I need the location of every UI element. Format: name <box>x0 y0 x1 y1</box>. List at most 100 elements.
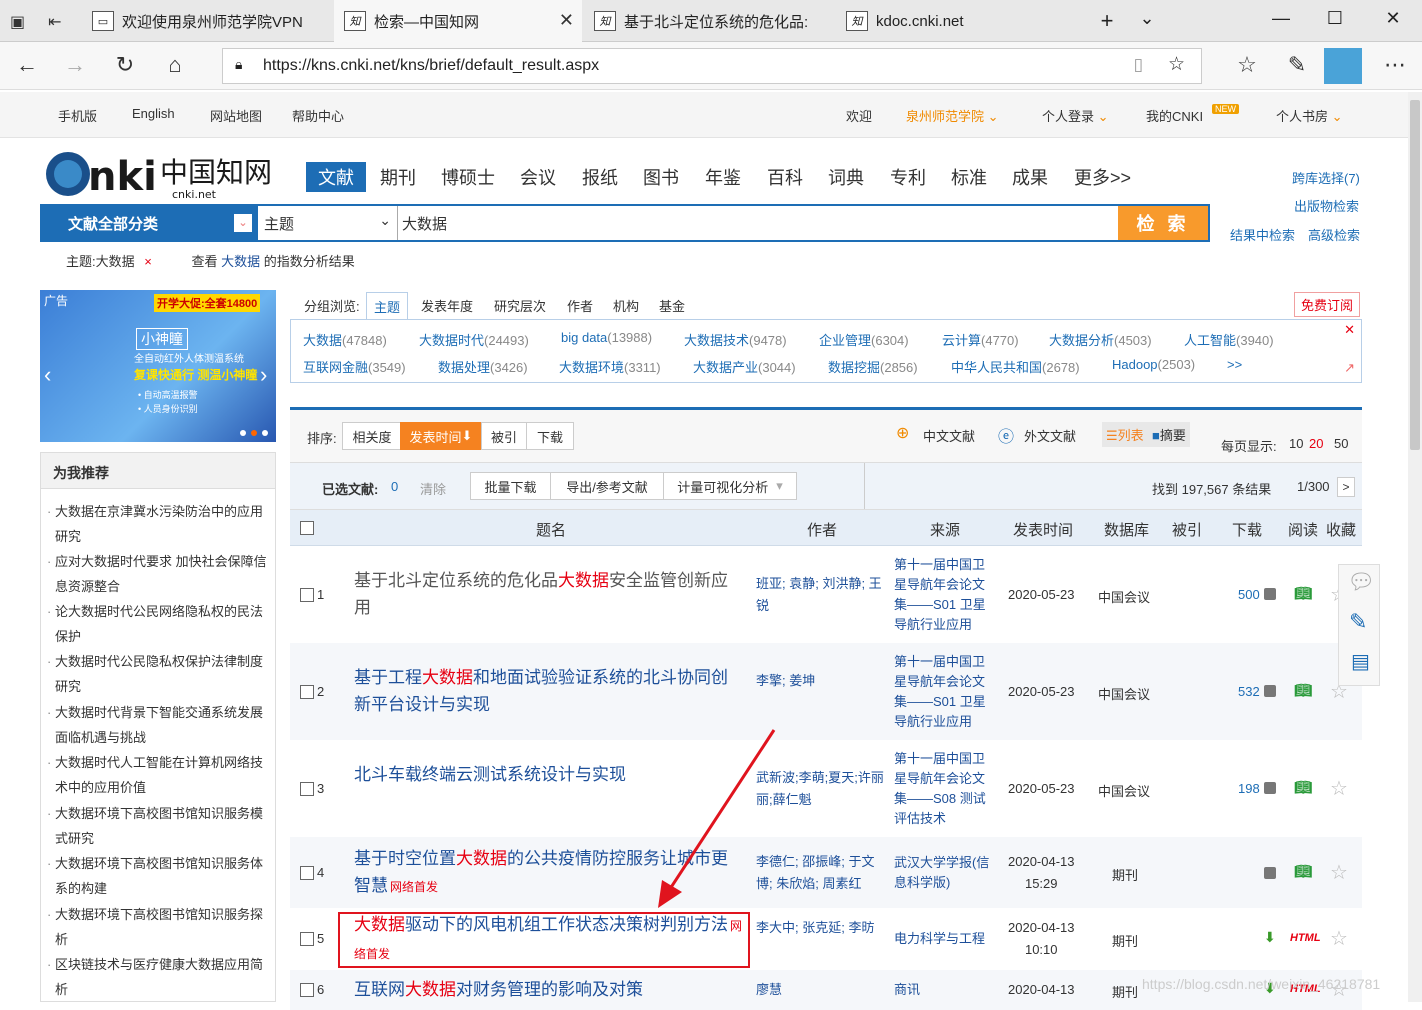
tab-kdoc[interactable]: 知 kdoc.cnki.net <box>836 0 1086 42</box>
carousel-dot[interactable] <box>251 430 257 436</box>
col-cited[interactable]: 被引 <box>1172 519 1202 540</box>
visual-analysis-dropdown[interactable]: 计量可视化分析 ▾ <box>663 472 797 500</box>
author-links[interactable]: 李大中; 张克延; 李昉 <box>756 917 888 939</box>
chinese-docs-icon[interactable]: ⊕ <box>896 423 909 443</box>
nav-tab[interactable]: 期刊 <box>380 164 416 190</box>
mobile-link[interactable]: 手机版 <box>58 106 97 125</box>
category-select[interactable]: 文献全部分类 ⌄ <box>42 206 258 240</box>
facet-item[interactable]: 大数据时代(24493) <box>419 330 529 349</box>
recommend-item[interactable]: 大数据环境下高校图书馆知识服务探析 <box>47 902 269 952</box>
row-checkbox[interactable] <box>300 983 314 997</box>
result-title-link[interactable]: 互联网大数据对财务管理的影响及对策 <box>354 977 744 1004</box>
nav-tab[interactable]: 词典 <box>828 164 864 190</box>
share-icon[interactable] <box>1324 48 1362 84</box>
source-link[interactable]: 武汉大学学报(信息科学版) <box>894 853 994 893</box>
facet-item[interactable]: 大数据产业(3044) <box>693 357 796 376</box>
recommend-item[interactable]: 论大数据时代公民网络隐私权的民法保护 <box>47 599 269 649</box>
refresh-button[interactable]: ↻ <box>110 52 140 78</box>
pen-icon[interactable]: ✎ <box>1282 52 1312 78</box>
export-button[interactable]: 导出/参考文献 <box>550 472 664 500</box>
favorite-star-icon[interactable]: ☆ <box>1330 926 1348 951</box>
chevron-left-icon[interactable]: ‹ <box>44 362 51 388</box>
facet-item[interactable]: 云计算(4770) <box>942 330 1019 349</box>
remove-filter-icon[interactable]: × <box>144 254 152 269</box>
forward-button[interactable]: → <box>60 52 90 78</box>
source-link[interactable]: 第十一届中国卫星导航年会论文集——S08 测试评估技术 <box>894 749 994 829</box>
result-title-link[interactable]: 基于工程大数据和地面试验验证系统的北斗协同创新平台设计与实现 <box>354 665 744 719</box>
nav-tab[interactable]: 更多>> <box>1074 164 1131 190</box>
facet-item[interactable]: 数据挖掘(2856) <box>828 357 918 376</box>
sort-relevance[interactable]: 相关度 <box>342 422 402 450</box>
feedback-icon[interactable]: 💬︎ <box>1347 569 1375 595</box>
sort-cited[interactable]: 被引 <box>481 422 527 450</box>
facet-tab-org[interactable]: 机构 <box>613 296 639 315</box>
close-window-button[interactable]: ✕ <box>1378 8 1408 29</box>
bookroom-dropdown[interactable]: 个人书房 ⌄ <box>1276 106 1343 125</box>
list-view-toggle[interactable]: ☰列表 <box>1102 422 1148 447</box>
read-book-icon[interactable]: 📖︎ <box>1294 779 1312 796</box>
row-checkbox[interactable] <box>300 684 314 699</box>
row-checkbox[interactable] <box>300 932 314 946</box>
author-links[interactable]: 班亚; 袁静; 刘洪静; 王锐 <box>756 573 888 617</box>
cnki-logo[interactable]: nki 中国知网 cnki.net <box>42 148 272 202</box>
ad-banner[interactable]: 广告 开学大促:全套14800 小神瞳 全自动红外人体测温系统 复课快通行 测温… <box>40 290 276 442</box>
download-count[interactable]: 532 <box>1238 684 1260 699</box>
close-icon[interactable]: ✕ <box>1344 322 1355 338</box>
recommend-item[interactable]: 大数据时代人工智能在计算机网络技术中的应用价值 <box>47 750 269 800</box>
facet-tab-year[interactable]: 发表年度 <box>421 296 473 315</box>
html-link[interactable]: HTML <box>1290 932 1321 944</box>
per-page-10[interactable]: 10 <box>1289 436 1303 451</box>
nav-tab[interactable]: 博硕士 <box>441 164 495 190</box>
trend-chart-icon[interactable]: ↗ <box>1344 360 1355 376</box>
download-arrow-icon[interactable]: ⬇ <box>1264 929 1276 946</box>
author-links[interactable]: 李擎; 姜坤 <box>756 670 888 692</box>
recommend-item[interactable]: 大数据时代背景下智能交通系统发展面临机遇与挑战 <box>47 700 269 750</box>
keyword-input[interactable]: 大数据 <box>402 206 1112 240</box>
foreign-docs-icon[interactable]: ⓔ <box>998 423 1014 447</box>
per-page-50[interactable]: 50 <box>1334 436 1348 451</box>
search-button[interactable]: 检 索 <box>1118 206 1208 240</box>
home-button[interactable]: ⌂ <box>160 52 190 78</box>
more-menu-icon[interactable]: ⋯ <box>1380 52 1410 78</box>
scrollbar-thumb[interactable] <box>1410 100 1420 450</box>
chevron-right-icon[interactable]: › <box>260 362 267 388</box>
facet-tab-author[interactable]: 作者 <box>567 296 593 315</box>
read-book-icon[interactable]: 📖︎ <box>1294 585 1312 602</box>
per-page-20[interactable]: 20 <box>1309 436 1323 451</box>
facet-more-link[interactable]: >> <box>1227 357 1242 372</box>
search-in-results-link[interactable]: 结果中检索 <box>1230 225 1295 244</box>
my-cnki-link[interactable]: 我的CNKI <box>1146 106 1203 125</box>
favorite-star-icon[interactable]: ☆ <box>1330 776 1348 801</box>
nav-tab[interactable]: 会议 <box>520 164 556 190</box>
cross-db-link[interactable]: 跨库选择(7) <box>1292 168 1360 187</box>
source-link[interactable]: 第十一届中国卫星导航年会论文集——S01 卫星导航行业应用 <box>894 555 994 635</box>
row-checkbox[interactable] <box>300 865 314 880</box>
source-link[interactable]: 第十一届中国卫星导航年会论文集——S01 卫星导航行业应用 <box>894 652 994 732</box>
new-tab-button[interactable]: + <box>1092 8 1122 34</box>
result-title-link[interactable]: 基于北斗定位系统的危化品大数据安全监管创新应用 <box>354 568 744 622</box>
next-page-button[interactable]: > <box>1337 477 1355 497</box>
recommend-item[interactable]: 大数据时代公民隐私权保护法律制度研究 <box>47 649 269 699</box>
carousel-dot[interactable] <box>262 430 268 436</box>
favorite-star-icon[interactable]: ☆ <box>1330 860 1348 885</box>
read-book-icon[interactable]: 📖︎ <box>1294 863 1312 880</box>
sort-date[interactable]: 发表时间 ⬇ <box>400 422 482 450</box>
pencil-icon[interactable]: ✎ <box>1349 609 1367 635</box>
download-count[interactable]: 500 <box>1238 587 1260 602</box>
tab-actions-icon[interactable]: ▣ <box>10 12 25 32</box>
facet-item[interactable]: 大数据环境(3311) <box>559 357 661 376</box>
recommend-item[interactable]: 大数据环境下高校图书馆知识服务体系的构建 <box>47 851 269 901</box>
col-download[interactable]: 下载 <box>1232 519 1262 540</box>
row-checkbox[interactable] <box>300 781 314 796</box>
set-aside-tabs-icon[interactable]: ⇤ <box>48 12 61 32</box>
source-link[interactable]: 电力科学与工程 <box>894 929 994 949</box>
foreign-docs-link[interactable]: 外文文献 <box>1024 426 1076 445</box>
facet-item[interactable]: big data(13988) <box>561 330 652 345</box>
english-link[interactable]: English <box>132 106 175 121</box>
row-checkbox[interactable] <box>300 587 314 602</box>
nav-tab[interactable]: 标准 <box>951 164 987 190</box>
favorites-icon[interactable]: ☆ <box>1232 52 1262 78</box>
nav-tab[interactable]: 成果 <box>1012 164 1048 190</box>
login-dropdown[interactable]: 个人登录 ⌄ <box>1042 106 1109 125</box>
institution-dropdown[interactable]: 泉州师范学院 ⌄ <box>906 106 999 125</box>
